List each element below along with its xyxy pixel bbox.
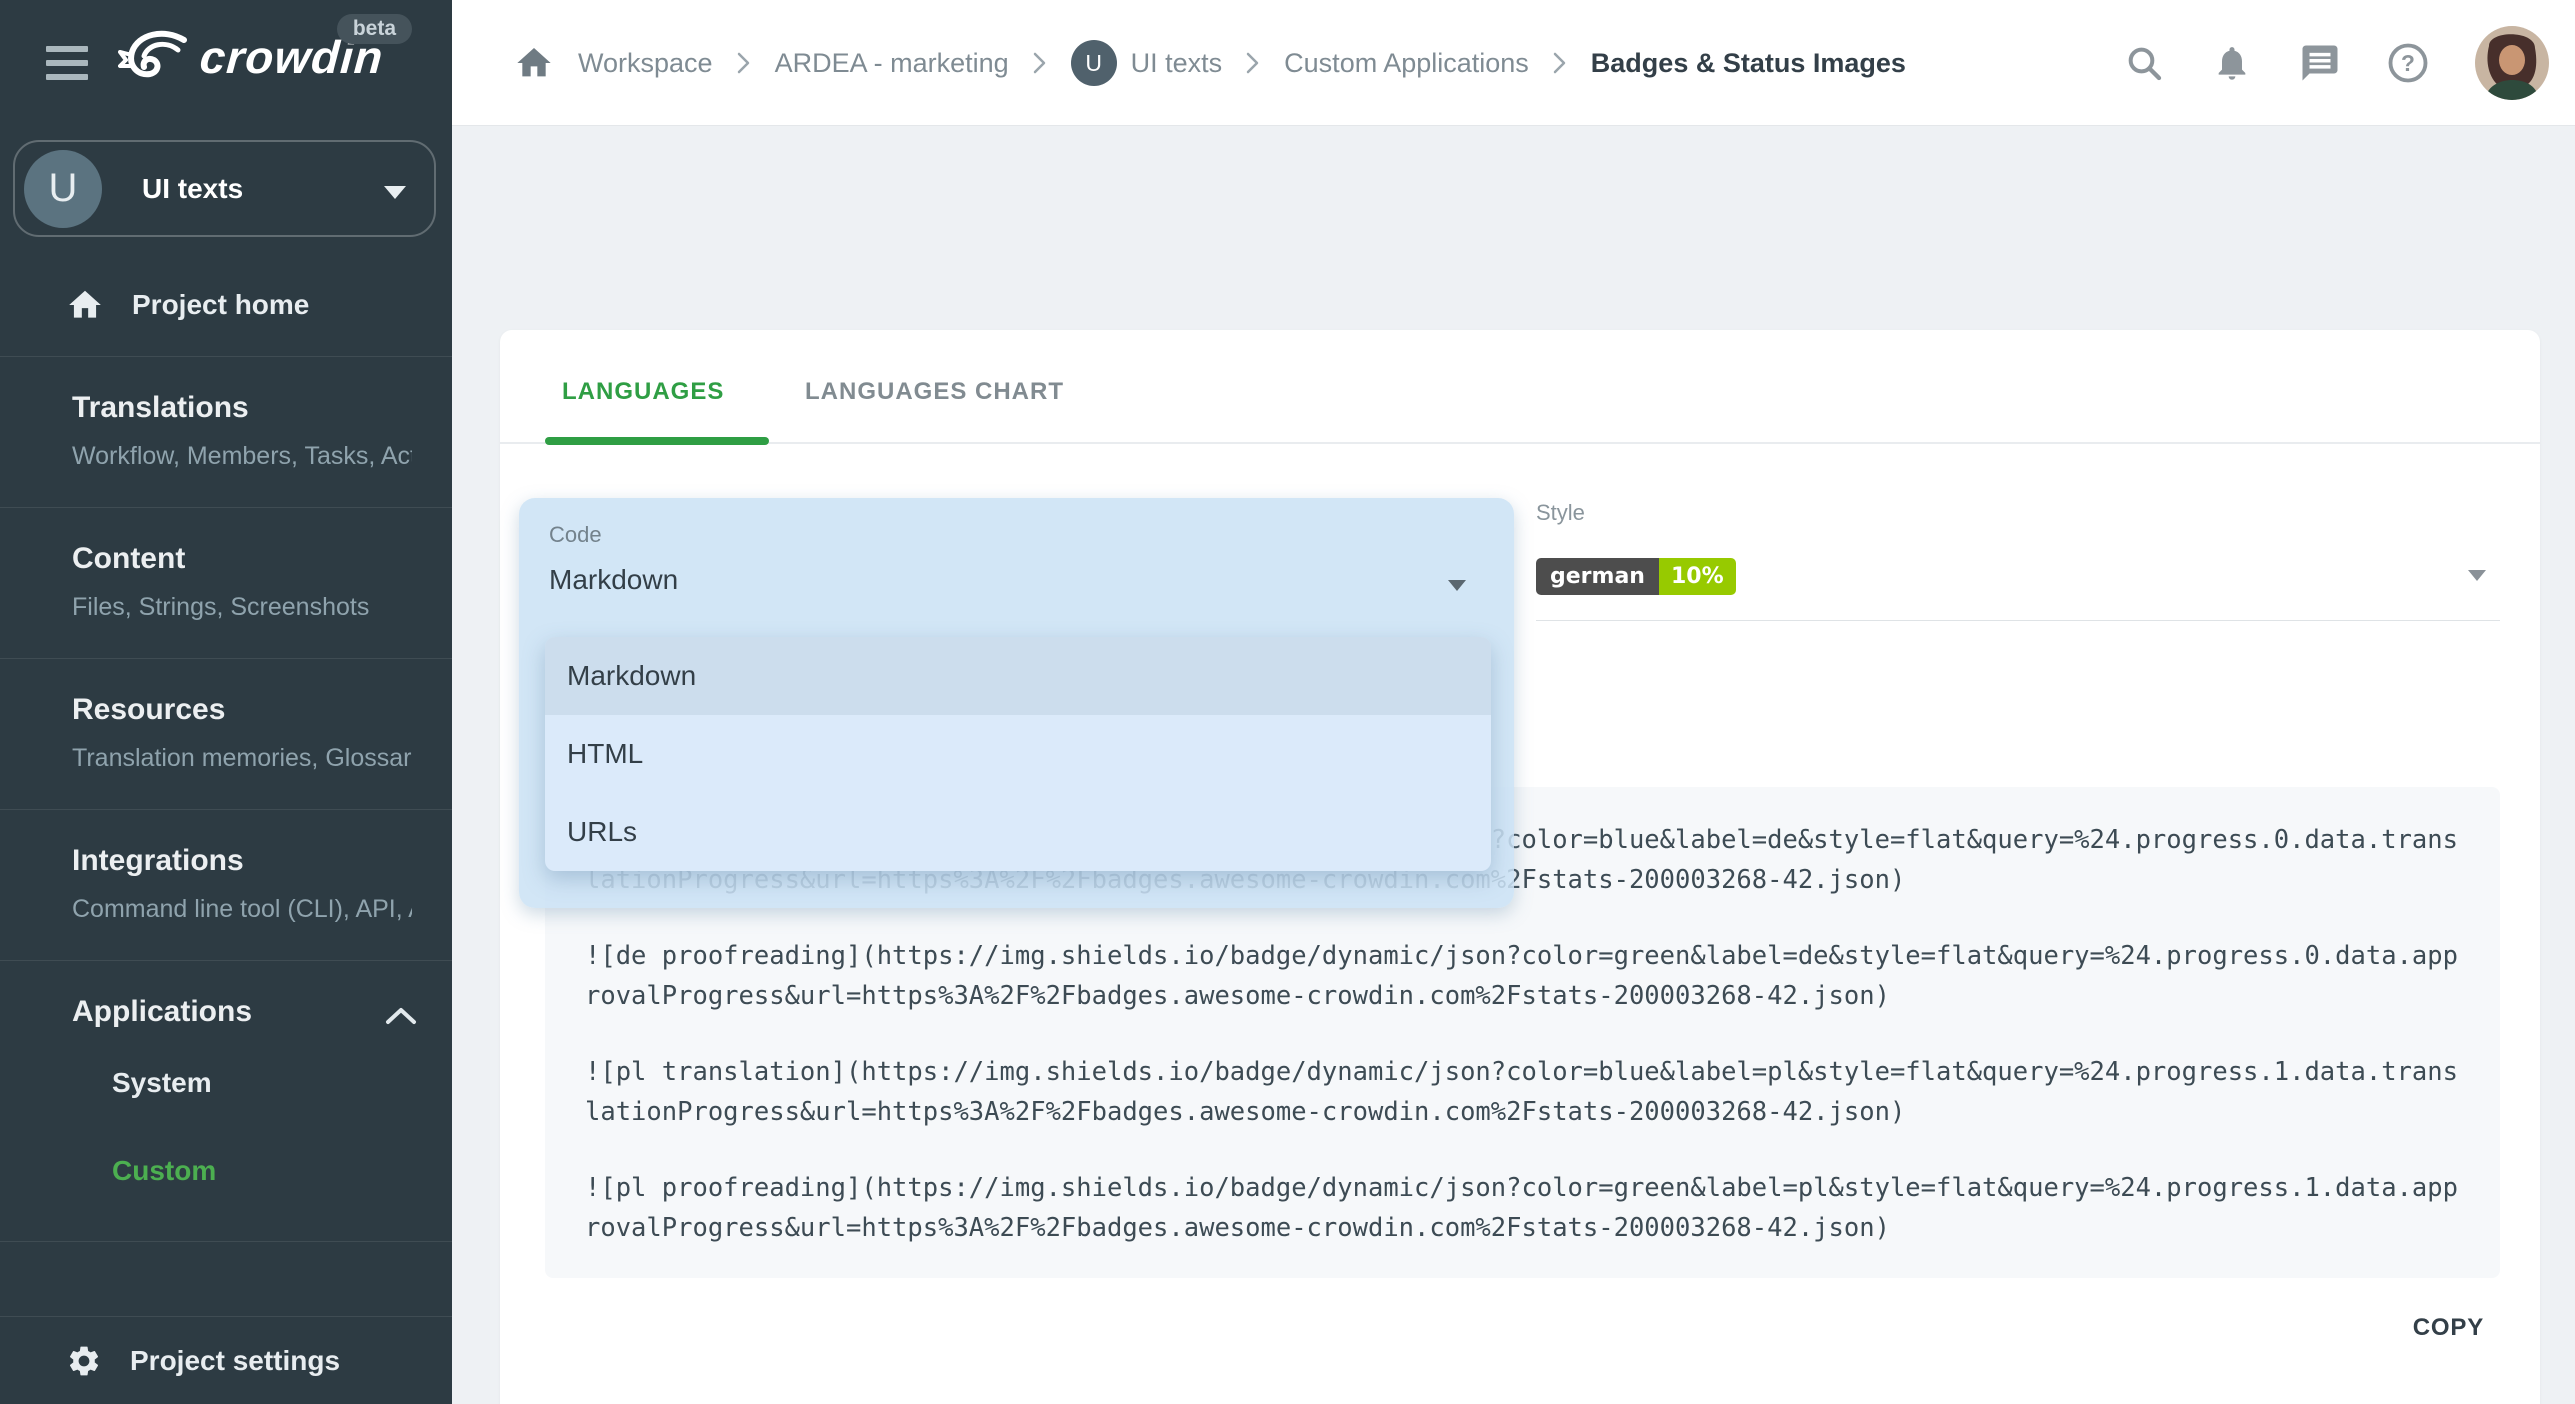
chevron-down-icon[interactable] xyxy=(1448,580,1466,591)
badge-label: german xyxy=(1536,558,1659,595)
project-name: UI texts xyxy=(142,173,243,205)
section-subtitle: Command line tool (CLI), API, A… xyxy=(72,895,412,924)
code-field-label: Code xyxy=(549,522,602,548)
chevron-down-icon xyxy=(384,186,406,199)
code-dropdown-list: Markdown HTML URLs xyxy=(545,637,1491,871)
chevron-right-icon xyxy=(1246,51,1260,75)
section-title: Resources xyxy=(72,693,412,727)
project-badge: U xyxy=(1071,40,1117,86)
header-icons: ? xyxy=(2123,0,2575,126)
code-select-panel: Code Markdown Markdown HTML URLs xyxy=(519,498,1514,908)
badge-value: 10% xyxy=(1659,558,1736,595)
breadcrumb-workspace[interactable]: Workspace xyxy=(578,48,713,79)
sidebar-item-integrations[interactable]: Integrations Command line tool (CLI), AP… xyxy=(0,810,452,961)
section-subtitle: Translation memories, Glossari… xyxy=(72,744,412,773)
notifications-bell-icon[interactable] xyxy=(2211,42,2253,84)
code-line: ![pl translation](https://img.shields.io… xyxy=(585,1053,2458,1132)
sidebar-item-project-home[interactable]: Project home xyxy=(0,253,452,357)
sidebar-item-label: Project home xyxy=(132,289,309,321)
chevron-down-icon xyxy=(2468,570,2486,581)
project-avatar: U xyxy=(24,150,102,228)
home-icon xyxy=(66,286,104,324)
breadcrumb: Workspace ARDEA - marketing U UI texts C… xyxy=(514,0,1906,126)
code-select-value[interactable]: Markdown xyxy=(549,564,678,596)
sidebar-item-project-settings[interactable]: Project settings xyxy=(0,1316,452,1404)
help-icon[interactable]: ? xyxy=(2387,42,2429,84)
main-content: Badges & Status Images DISABLE FOR THIS … xyxy=(452,126,2575,1404)
section-title: Integrations xyxy=(72,844,412,878)
messages-icon[interactable] xyxy=(2299,42,2341,84)
style-select[interactable]: german 10% xyxy=(1536,554,2500,598)
gear-icon xyxy=(66,1343,102,1379)
style-select-underline xyxy=(1536,620,2500,621)
breadcrumb-current: Badges & Status Images xyxy=(1591,48,1906,79)
copy-button[interactable]: COPY xyxy=(2413,1314,2484,1342)
dropdown-option-markdown[interactable]: Markdown xyxy=(545,637,1491,715)
top-header: Workspace ARDEA - marketing U UI texts C… xyxy=(452,0,2575,126)
section-title: Translations xyxy=(72,391,412,425)
active-tab-indicator xyxy=(545,437,769,445)
sidebar: crowdin beta U UI texts Project home Tra… xyxy=(0,0,452,1404)
chevron-right-icon xyxy=(1553,51,1567,75)
beta-badge: beta xyxy=(337,14,412,44)
section-title: Applications xyxy=(72,995,412,1029)
breadcrumb-section[interactable]: Custom Applications xyxy=(1284,48,1529,79)
sidebar-item-system[interactable]: System xyxy=(0,1039,452,1127)
tab-languages[interactable]: LANGUAGES xyxy=(562,378,724,406)
chevron-right-icon xyxy=(1033,51,1047,75)
style-field: Style german 10% xyxy=(1536,500,2500,621)
tab-bar: LANGUAGES LANGUAGES CHART xyxy=(500,330,2540,444)
style-field-label: Style xyxy=(1536,500,2500,526)
dropdown-option-urls[interactable]: URLs xyxy=(545,793,1491,871)
search-icon[interactable] xyxy=(2123,42,2165,84)
section-subtitle: Workflow, Members, Tasks, Act… xyxy=(72,442,412,471)
chevron-up-icon xyxy=(384,1005,418,1032)
sidebar-item-applications[interactable]: Applications xyxy=(0,961,452,1039)
dropdown-option-html[interactable]: HTML xyxy=(545,715,1491,793)
svg-text:?: ? xyxy=(2401,50,2415,76)
sidebar-item-custom[interactable]: Custom xyxy=(0,1127,452,1215)
crowdin-bird-icon xyxy=(118,26,190,88)
tab-languages-chart[interactable]: LANGUAGES CHART xyxy=(805,378,1064,406)
code-line: ![de proofreading](https://img.shields.i… xyxy=(585,937,2458,1016)
project-selector[interactable]: U UI texts xyxy=(13,140,436,237)
sidebar-item-resources[interactable]: Resources Translation memories, Glossari… xyxy=(0,659,452,810)
breadcrumb-project-label: UI texts xyxy=(1131,48,1223,79)
sidebar-top: crowdin beta xyxy=(0,0,452,126)
section-title: Content xyxy=(72,542,412,576)
hamburger-menu-icon[interactable] xyxy=(46,46,88,80)
breadcrumb-project[interactable]: U UI texts xyxy=(1071,40,1223,86)
home-icon[interactable] xyxy=(514,43,554,83)
section-subtitle: Files, Strings, Screenshots xyxy=(72,593,412,622)
sidebar-group-applications: Applications System Custom xyxy=(0,961,452,1242)
breadcrumb-project-group[interactable]: ARDEA - marketing xyxy=(775,48,1009,79)
chevron-right-icon xyxy=(737,51,751,75)
sidebar-item-translations[interactable]: Translations Workflow, Members, Tasks, A… xyxy=(0,357,452,508)
badges-card: LANGUAGES LANGUAGES CHART Style german 1… xyxy=(500,330,2540,1404)
user-avatar[interactable] xyxy=(2475,26,2549,100)
style-badge-preview: german 10% xyxy=(1536,558,1736,595)
sidebar-item-label: Project settings xyxy=(130,1345,340,1377)
code-line: ![pl proofreading](https://img.shields.i… xyxy=(585,1169,2458,1248)
sidebar-item-content[interactable]: Content Files, Strings, Screenshots xyxy=(0,508,452,659)
